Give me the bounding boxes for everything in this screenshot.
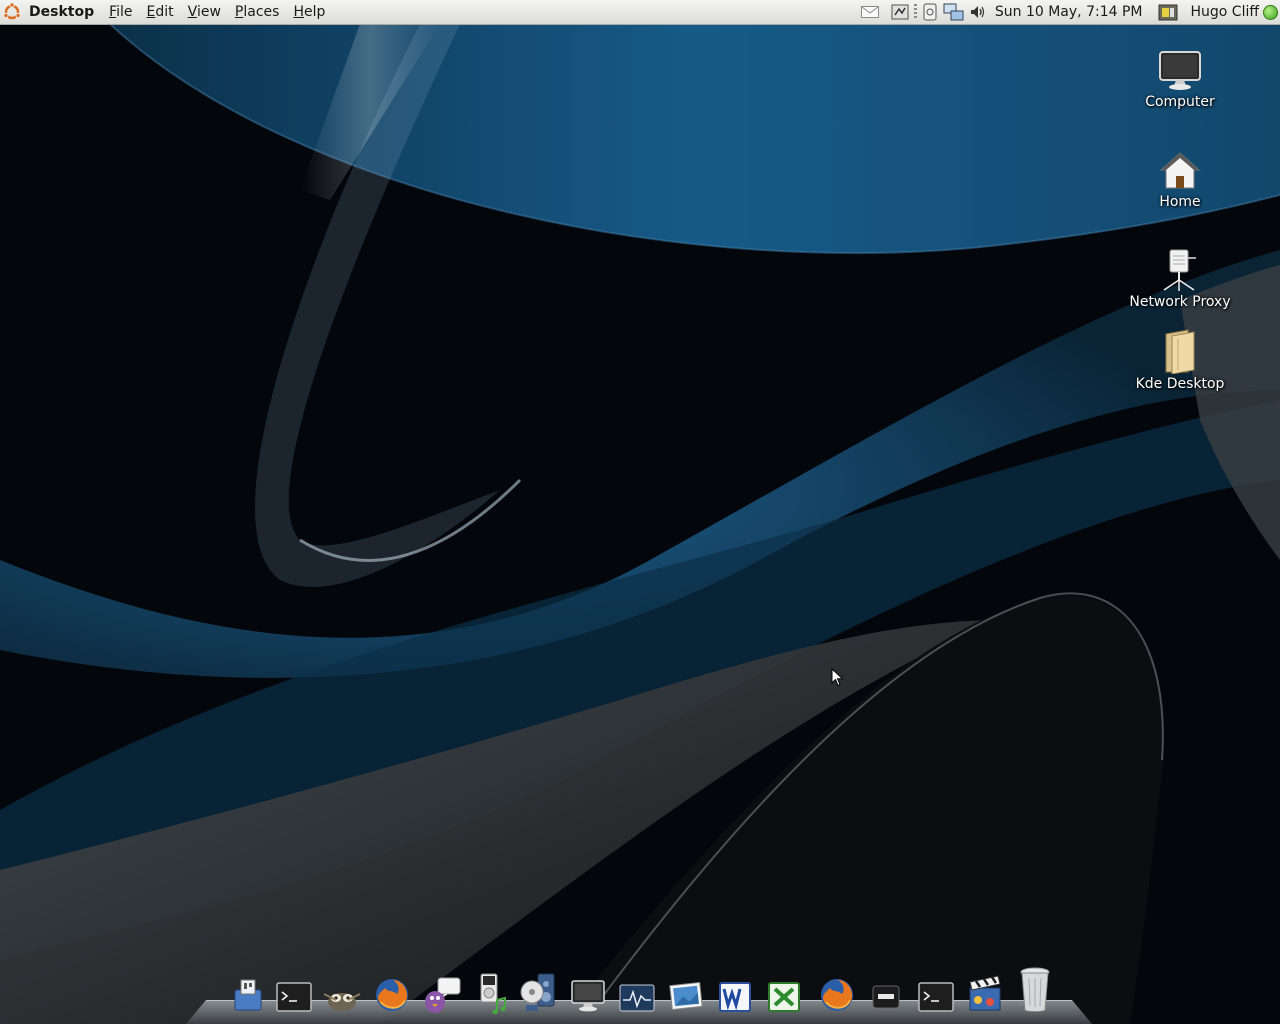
terminal-icon xyxy=(276,982,312,1012)
network-proxy-icon xyxy=(1163,249,1196,291)
desktop-icon-kde-desktop[interactable]: Kde Desktop xyxy=(1125,328,1235,392)
dock-system-monitor[interactable] xyxy=(616,970,658,1014)
dock-system-settings[interactable] xyxy=(227,970,269,1014)
dock-music-player[interactable] xyxy=(471,970,513,1014)
menu-help-rest: elp xyxy=(303,4,326,20)
network-connection-icon[interactable] xyxy=(941,0,967,24)
excel-icon xyxy=(768,982,800,1012)
dock-speakers[interactable] xyxy=(517,970,559,1014)
menu-view[interactable]: View xyxy=(188,4,221,20)
display-icon xyxy=(571,980,605,1012)
network-tools-icon[interactable] xyxy=(887,0,913,24)
desktop-icon-label: Kde Desktop xyxy=(1135,376,1225,392)
screen-icon[interactable] xyxy=(919,0,941,24)
dock-terminal-2[interactable] xyxy=(915,970,957,1014)
desktop-wallpaper xyxy=(0,0,1280,1024)
active-app-name: Desktop xyxy=(29,4,95,20)
system-settings-icon xyxy=(234,979,262,1011)
dock-drive[interactable] xyxy=(865,970,907,1014)
trash-icon xyxy=(1020,967,1050,1012)
clock[interactable]: Sun 10 May, 7:14 PM xyxy=(995,4,1143,20)
menu-help[interactable]: Help xyxy=(293,4,325,20)
user-name[interactable]: Hugo Cliff xyxy=(1190,4,1259,20)
system-tray: Sun 10 May, 7:14 PM Hugo Cliff xyxy=(853,0,1280,24)
dock-gimp[interactable] xyxy=(321,970,363,1014)
menu-places-rest: laces xyxy=(243,4,280,20)
firefox-icon xyxy=(821,979,853,1011)
dock-excel[interactable] xyxy=(763,970,805,1014)
menu-help-mnemonic: H xyxy=(293,4,304,20)
speakers-icon xyxy=(520,973,555,1011)
terminal-icon xyxy=(918,982,954,1012)
ubuntu-logo-icon[interactable] xyxy=(1,1,23,23)
gimp-icon xyxy=(323,993,361,1011)
menu-file-rest: ile xyxy=(116,4,133,20)
desktop-icon-home[interactable]: Home xyxy=(1125,150,1235,210)
menu-view-rest: iew xyxy=(196,4,221,20)
menu-places[interactable]: Places xyxy=(235,4,280,20)
desktop-icon-network-proxy[interactable]: Network Proxy xyxy=(1125,248,1235,310)
pidgin-icon xyxy=(425,977,461,1013)
desktop-icon-label: Home xyxy=(1159,194,1201,210)
desktop-icon-label: Network Proxy xyxy=(1129,294,1231,310)
menu-file[interactable]: File xyxy=(109,4,132,20)
dock-terminal[interactable] xyxy=(273,970,315,1014)
menu-view-mnemonic: V xyxy=(187,4,197,20)
folder-icon xyxy=(1165,329,1195,374)
desktop-icon-computer[interactable]: Computer xyxy=(1125,50,1235,110)
word-icon xyxy=(719,982,751,1012)
clapperboard-icon xyxy=(969,975,1001,1011)
dock-firefox[interactable] xyxy=(371,970,413,1014)
menu-edit[interactable]: Edit xyxy=(147,4,174,20)
mouse-pointer-icon xyxy=(831,668,844,687)
online-status-icon[interactable] xyxy=(1263,4,1278,20)
menu-bar: Desktop File Edit View Places Help xyxy=(0,0,339,24)
dock-word[interactable] xyxy=(714,970,756,1014)
system-monitor-icon xyxy=(619,984,655,1012)
mail-icon[interactable] xyxy=(853,0,887,24)
volume-icon[interactable] xyxy=(967,0,989,24)
computer-icon xyxy=(1159,51,1201,90)
battery-icon[interactable] xyxy=(1156,0,1180,24)
firefox-icon xyxy=(376,979,408,1011)
dock-firefox-2[interactable] xyxy=(816,970,858,1014)
dock-clapperboard[interactable] xyxy=(964,970,1006,1014)
dock-trash[interactable] xyxy=(1014,960,1056,1014)
drive-icon xyxy=(872,985,900,1009)
menu-edit-rest: dit xyxy=(155,4,174,20)
desktop-icon-label: Computer xyxy=(1145,94,1215,110)
home-folder-icon xyxy=(1159,152,1201,189)
dock-pidgin[interactable] xyxy=(421,970,463,1014)
dock-image-viewer[interactable] xyxy=(665,970,707,1014)
dock-display[interactable] xyxy=(567,970,609,1014)
music-player-icon xyxy=(480,973,506,1014)
image-viewer-icon xyxy=(669,981,703,1011)
top-panel: Desktop File Edit View Places Help Sun 1… xyxy=(0,0,1280,25)
